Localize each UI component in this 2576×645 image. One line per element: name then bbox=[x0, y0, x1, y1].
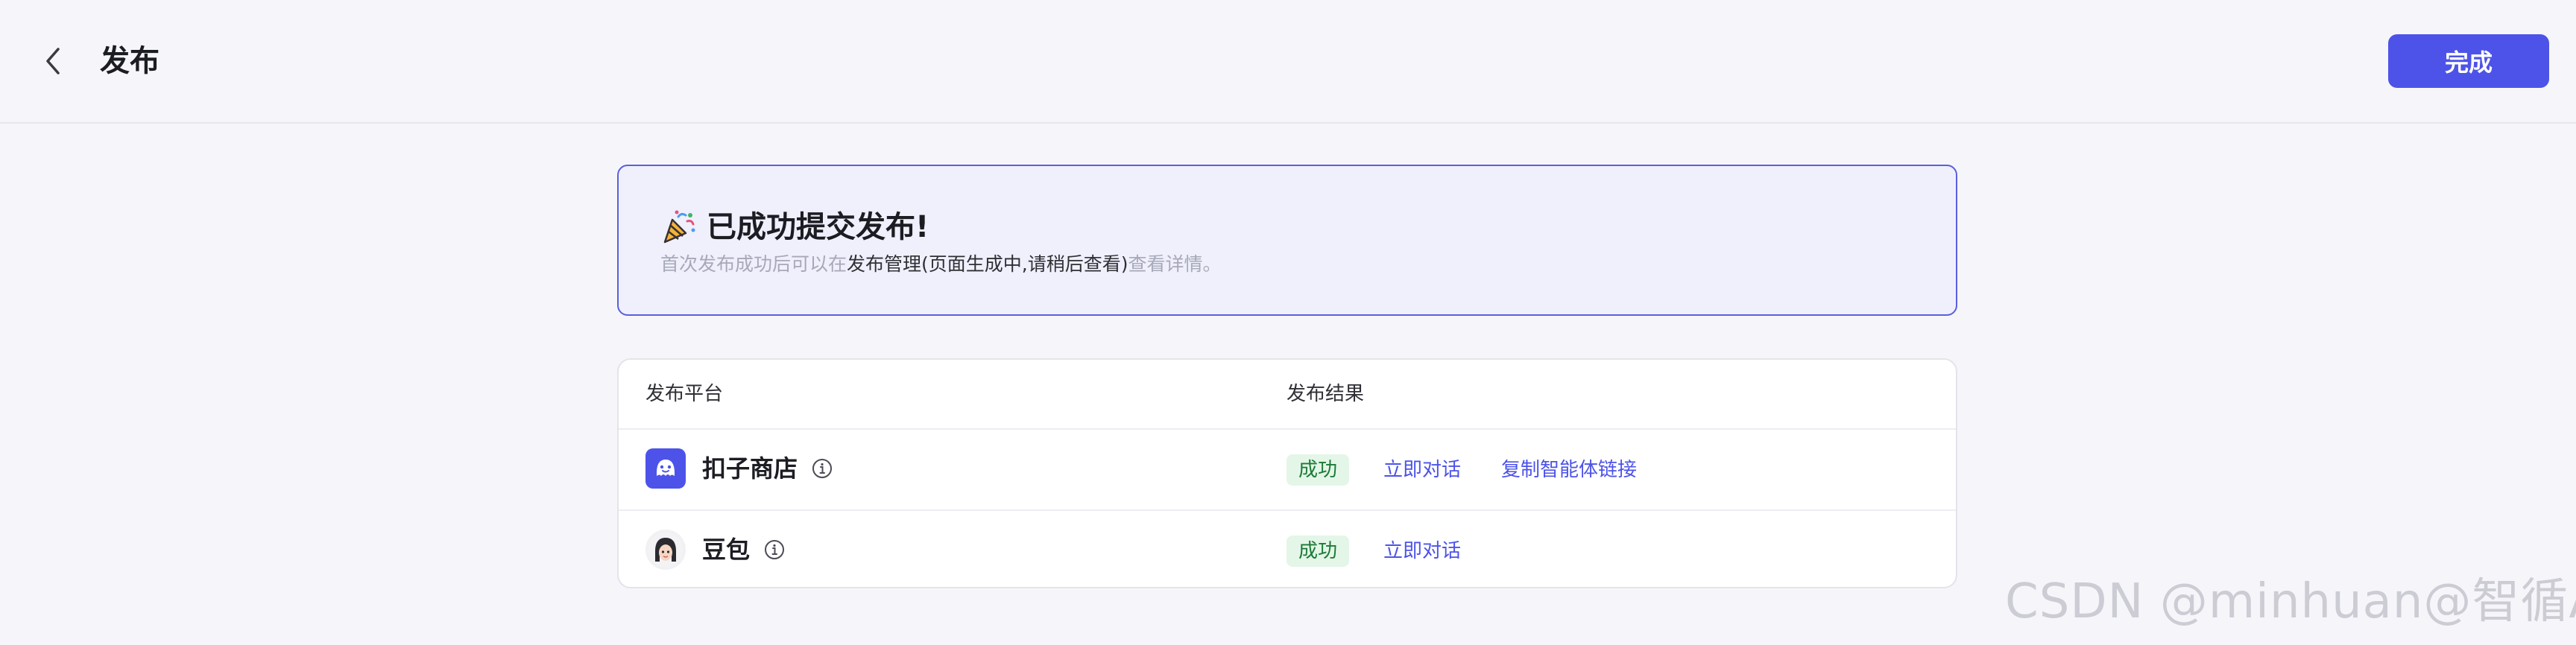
column-header-result: 发布结果 bbox=[1287, 383, 1365, 405]
copy-agent-link-button[interactable]: 复制智能体链接 bbox=[1501, 454, 1637, 486]
result-cell: 成功 立即对话 bbox=[1287, 535, 1501, 568]
party-popper-icon bbox=[663, 210, 695, 244]
table-row: 豆包 成功 立即对话 bbox=[619, 511, 1956, 587]
table-header: 发布平台 发布结果 bbox=[619, 360, 1956, 430]
success-heading: 已成功提交发布! bbox=[660, 208, 929, 247]
success-desc-prefix: 首次发布成功后可以在 bbox=[660, 253, 847, 275]
platform-name: 豆包 bbox=[702, 536, 751, 564]
success-banner: 已成功提交发布! 首次发布成功后可以在发布管理(页面生成中,请稍后查看)查看详情… bbox=[617, 165, 1957, 316]
chevron-left-icon bbox=[46, 48, 60, 74]
publish-management-link[interactable]: 发布管理(页面生成中,请稍后查看) bbox=[847, 253, 1128, 275]
success-description: 首次发布成功后可以在发布管理(页面生成中,请稍后查看)查看详情。 bbox=[660, 251, 1222, 278]
platform-name: 扣子商店 bbox=[702, 454, 798, 483]
status-badge: 成功 bbox=[1287, 536, 1350, 567]
back-button[interactable] bbox=[33, 40, 75, 82]
start-chat-link[interactable]: 立即对话 bbox=[1383, 454, 1461, 486]
info-icon[interactable] bbox=[811, 457, 833, 480]
info-icon[interactable] bbox=[763, 538, 786, 561]
publish-results-table: 发布平台 发布结果 扣子商店 成功 立即对话 复制智能体链接 豆包 成功 立即对… bbox=[617, 358, 1957, 588]
status-badge: 成功 bbox=[1287, 454, 1350, 486]
coze-store-logo-icon bbox=[645, 448, 686, 489]
top-bar: 发布 完成 bbox=[0, 0, 2576, 124]
start-chat-link[interactable]: 立即对话 bbox=[1383, 536, 1461, 567]
page-title: 发布 bbox=[100, 44, 160, 78]
column-header-platform: 发布平台 bbox=[645, 383, 724, 405]
platform-cell: 豆包 bbox=[645, 529, 786, 571]
doubao-logo-icon bbox=[645, 530, 686, 570]
platform-cell: 扣子商店 bbox=[645, 448, 833, 489]
result-cell: 成功 立即对话 复制智能体链接 bbox=[1287, 454, 1677, 486]
table-row: 扣子商店 成功 立即对话 复制智能体链接 bbox=[619, 430, 1956, 511]
success-title: 已成功提交发布! bbox=[707, 210, 929, 244]
done-button[interactable]: 完成 bbox=[2388, 34, 2549, 88]
watermark: CSDN @minhuan@智循AI bbox=[2005, 574, 2576, 629]
success-desc-suffix: 查看详情。 bbox=[1128, 253, 1222, 275]
